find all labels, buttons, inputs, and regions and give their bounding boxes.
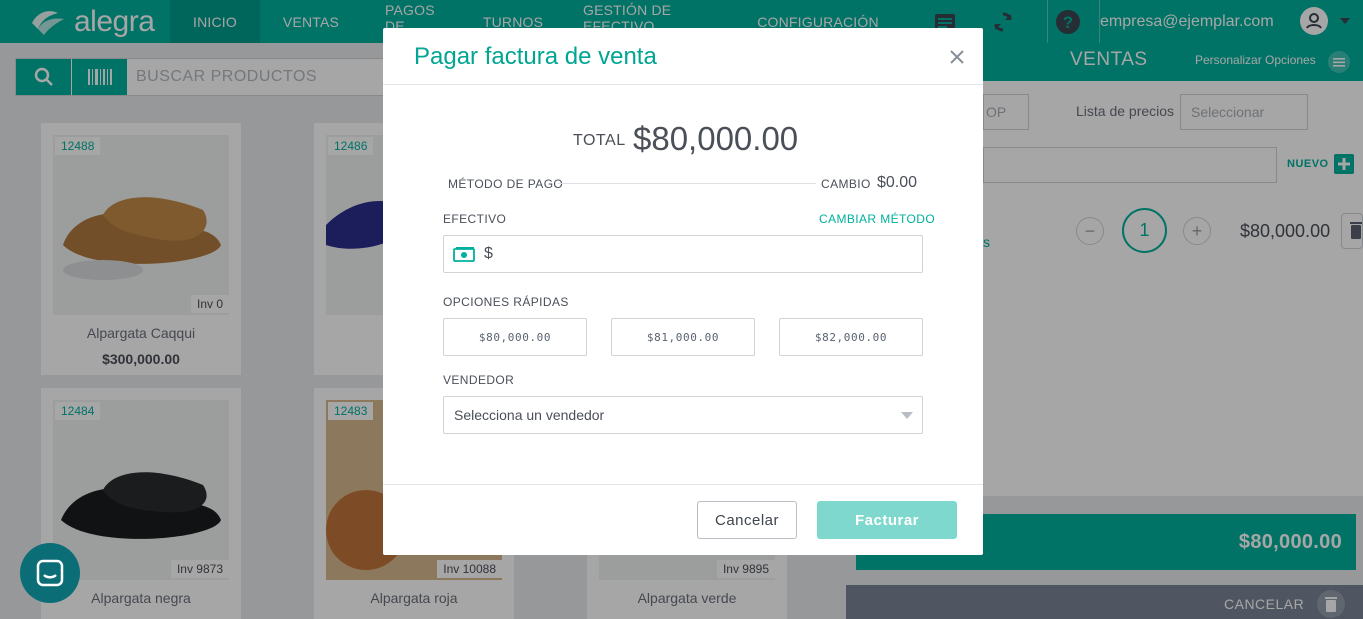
dialog-title: Pagar factura de venta (414, 43, 657, 70)
cash-icon (453, 247, 475, 262)
quick-option-button[interactable]: $82,000.00 (779, 318, 923, 356)
close-button[interactable] (946, 46, 968, 68)
change-method-link[interactable]: CAMBIAR MÉTODO (819, 212, 935, 226)
chat-launcher-button[interactable] (20, 543, 80, 603)
total-label: TOTAL (573, 132, 626, 149)
quick-option-button[interactable]: $80,000.00 (443, 318, 587, 356)
seller-label: VENDEDOR (443, 373, 515, 387)
cancel-button[interactable]: Cancelar (697, 501, 797, 539)
seller-select[interactable]: Selecciona un vendedor (443, 396, 923, 434)
close-icon (950, 50, 964, 64)
quick-option-label: $82,000.00 (814, 330, 888, 344)
cancel-button-label: Cancelar (714, 511, 780, 529)
pay-invoice-dialog: Pagar factura de venta TOTAL $80,000.00 … (383, 28, 983, 555)
quick-options-label: OPCIONES RÁPIDAS (443, 295, 569, 309)
quick-option-label: $81,000.00 (646, 330, 720, 344)
quick-option-button[interactable]: $81,000.00 (611, 318, 755, 356)
change-label: CAMBIO (821, 177, 871, 191)
change-value: $0.00 (877, 174, 918, 191)
submit-button-label: Facturar (854, 511, 920, 529)
payment-method-label: MÉTODO DE PAGO (448, 177, 564, 191)
seller-select-value: Selecciona un vendedor (454, 407, 605, 423)
invoice-submit-button[interactable]: Facturar (817, 501, 957, 539)
cash-label: EFECTIVO (443, 212, 507, 226)
quick-option-label: $80,000.00 (478, 330, 552, 344)
divider (383, 84, 983, 85)
chat-icon (36, 559, 64, 587)
chevron-down-icon (901, 412, 913, 419)
total-value: $80,000.00 (633, 120, 799, 157)
divider (383, 484, 983, 485)
currency-symbol: $ (484, 245, 493, 262)
divider (558, 183, 816, 184)
cash-amount-input[interactable]: $ (443, 235, 923, 273)
